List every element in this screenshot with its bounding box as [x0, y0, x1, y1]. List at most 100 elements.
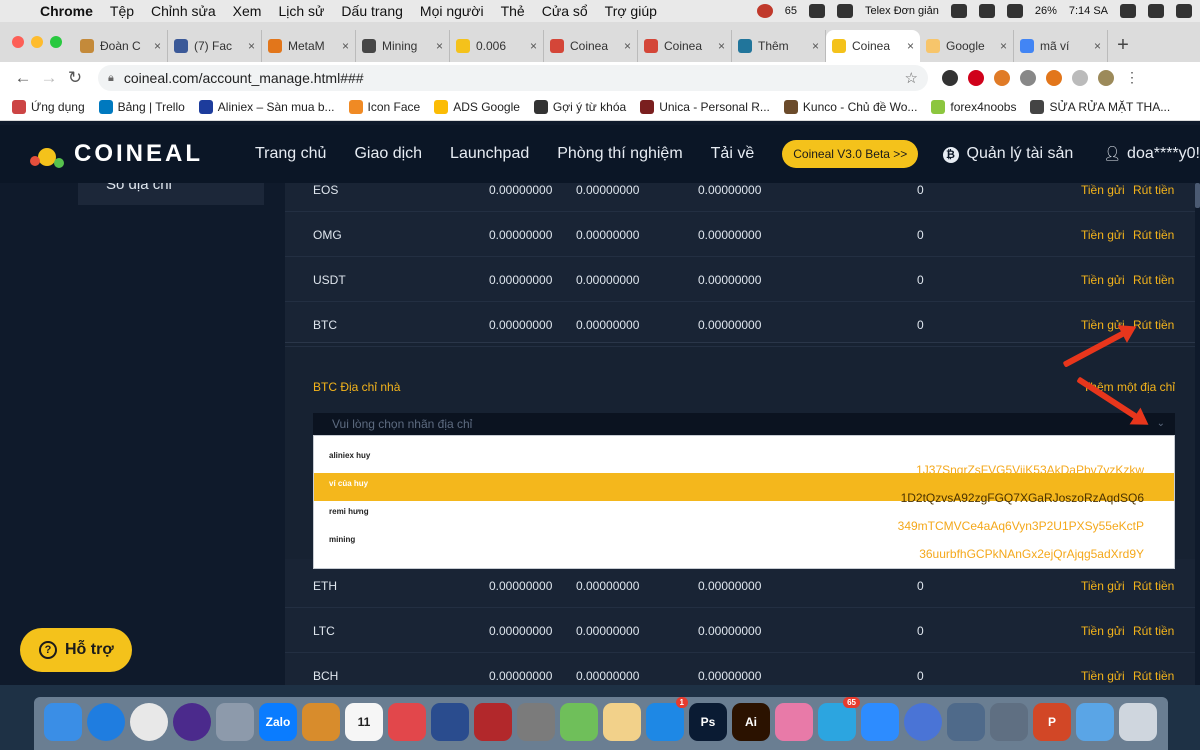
- nav-home[interactable]: Trang chủ: [255, 145, 326, 163]
- adblock-icon[interactable]: [968, 70, 984, 86]
- deposit-link[interactable]: Tiền gửi: [1081, 228, 1125, 242]
- chrome-icon[interactable]: [130, 703, 168, 741]
- screenshot-icon[interactable]: [431, 703, 469, 741]
- siri-icon[interactable]: [173, 703, 211, 741]
- nav-trade[interactable]: Giao dịch: [354, 145, 422, 163]
- tab-close-icon[interactable]: ×: [1000, 39, 1007, 53]
- tab-close-icon[interactable]: ×: [718, 39, 725, 53]
- support-button[interactable]: ? Hỗ trợ: [20, 628, 132, 672]
- calendar-icon[interactable]: 11: [345, 703, 383, 741]
- left-menu-address-book[interactable]: Sổ địa chỉ: [78, 183, 264, 205]
- spotlight-search-icon[interactable]: [836, 4, 853, 18]
- minimize-window-icon[interactable]: [31, 36, 43, 48]
- chevron-down-icon[interactable]: ⌄: [1157, 413, 1165, 435]
- withdraw-link[interactable]: Rút tiền: [1133, 183, 1174, 197]
- extension-icon[interactable]: [994, 70, 1010, 86]
- bookmark-item[interactable]: Kunco - Chủ đề Wo...: [783, 100, 917, 114]
- tab-close-icon[interactable]: ×: [812, 39, 819, 53]
- tab-close-icon[interactable]: ×: [154, 39, 161, 53]
- bookmark-item[interactable]: forex4noobs: [931, 100, 1016, 114]
- browser-tab[interactable]: Coinea ×: [544, 30, 638, 62]
- back-arrow-icon[interactable]: ←: [10, 68, 36, 88]
- folder-pink-icon[interactable]: [775, 703, 813, 741]
- tab-close-icon[interactable]: ×: [248, 39, 255, 53]
- browser-tab[interactable]: (7) Fac ×: [168, 30, 262, 62]
- input-method-label[interactable]: Telex Đơn giản: [865, 5, 939, 17]
- app-store-icon[interactable]: 1: [646, 697, 688, 741]
- menu-window[interactable]: Cửa sổ: [542, 3, 588, 19]
- siri-icon[interactable]: [1148, 4, 1164, 18]
- forward-arrow-icon[interactable]: →: [36, 68, 62, 88]
- browser-tab[interactable]: Mining ×: [356, 30, 450, 62]
- beta-button[interactable]: Coineal V3.0 Beta >>: [782, 140, 919, 168]
- bookmark-star-icon[interactable]: ☆: [905, 69, 918, 87]
- clock[interactable]: 7:14 SA: [1069, 5, 1108, 17]
- safari-icon[interactable]: [87, 703, 125, 741]
- withdraw-link[interactable]: Rút tiền: [1133, 579, 1174, 593]
- reload-icon[interactable]: ↻: [62, 68, 88, 88]
- withdraw-link[interactable]: Rút tiền: [1133, 669, 1174, 683]
- withdraw-link[interactable]: Rút tiền: [1133, 273, 1174, 287]
- bookmark-item[interactable]: ADS Google: [434, 100, 520, 114]
- page-scrollbar[interactable]: [1195, 183, 1200, 685]
- bookmark-item[interactable]: Gợi ý từ khóa: [533, 100, 626, 114]
- preview-icon[interactable]: [603, 703, 641, 741]
- chrome-menu-icon[interactable]: ⋮: [1124, 70, 1140, 86]
- finder-icon[interactable]: [44, 703, 82, 741]
- image-capture-icon[interactable]: [947, 703, 985, 741]
- browser-tab[interactable]: Coinea ×: [638, 30, 732, 62]
- illustrator-icon[interactable]: Ai: [732, 703, 770, 741]
- address-option[interactable]: aliniex huy 1J37SnqrZsFVG5ViiK53AkDaPbv7y…: [314, 445, 1174, 477]
- deposit-link[interactable]: Tiền gửi: [1081, 183, 1125, 197]
- deposit-link[interactable]: Tiền gửi: [1081, 669, 1125, 683]
- browser-tab[interactable]: mã ví ×: [1014, 30, 1108, 62]
- tab-close-icon[interactable]: ×: [436, 39, 443, 53]
- withdraw-link[interactable]: Rút tiền: [1133, 624, 1174, 638]
- user-menu[interactable]: 👤︎ doa****y0!: [1103, 145, 1200, 163]
- wifi-icon[interactable]: [978, 4, 995, 18]
- powerpoint-icon[interactable]: P: [1033, 703, 1071, 741]
- display-icon[interactable]: [808, 4, 825, 18]
- address-option[interactable]: mining 36uurbfhGCPkNAnGx2ejQrAjqg5adXrd9Y: [314, 529, 1174, 561]
- battery-percent[interactable]: 26%: [1035, 5, 1057, 17]
- trash-icon[interactable]: [1119, 703, 1157, 741]
- tab-close-icon[interactable]: ×: [624, 39, 631, 53]
- menu-bookmarks[interactable]: Dấu trang: [341, 3, 402, 19]
- new-tab-button[interactable]: +: [1108, 30, 1138, 62]
- deposit-link[interactable]: Tiền gửi: [1081, 273, 1125, 287]
- volume-icon[interactable]: [1006, 4, 1023, 18]
- url-text[interactable]: coineal.com/account_manage.html###: [124, 70, 905, 86]
- browser-tab[interactable]: Đoàn C ×: [74, 30, 168, 62]
- tab-close-icon[interactable]: ×: [1094, 39, 1101, 53]
- tab-close-icon[interactable]: ×: [907, 39, 914, 53]
- bookmark-item[interactable]: Icon Face: [348, 100, 420, 114]
- bookmark-item[interactable]: SỬA RỬA MẶT THA...: [1030, 100, 1170, 114]
- bookmark-item[interactable]: Ứng dụng: [12, 100, 85, 114]
- menu-edit[interactable]: Chỉnh sửa: [151, 3, 216, 19]
- notes-icon[interactable]: [302, 703, 340, 741]
- zalo-icon[interactable]: Zalo: [259, 703, 297, 741]
- deposit-link[interactable]: Tiền gửi: [1081, 579, 1125, 593]
- browser-tab[interactable]: Coinea ×: [826, 30, 920, 62]
- metamask-icon[interactable]: [1046, 70, 1062, 86]
- nav-lab[interactable]: Phòng thí nghiệm: [557, 145, 682, 163]
- withdraw-link[interactable]: Rút tiền: [1133, 318, 1174, 332]
- menu-view[interactable]: Xem: [233, 3, 262, 19]
- nav-launchpad[interactable]: Launchpad: [450, 145, 529, 163]
- deposit-link[interactable]: Tiền gửi: [1081, 624, 1125, 638]
- system-preferences-icon[interactable]: [517, 703, 555, 741]
- magnifier-icon[interactable]: [1120, 4, 1136, 18]
- address-option[interactable]: remi hưng 349mTCMVCe4aAq6Vyn3P2U1PXSy55eK…: [314, 501, 1174, 533]
- extension-icon[interactable]: [942, 70, 958, 86]
- withdraw-link[interactable]: Rút tiền: [1133, 228, 1174, 242]
- bookmark-item[interactable]: Unica - Personal R...: [640, 100, 770, 114]
- menu-tab[interactable]: Thẻ: [501, 3, 525, 19]
- bluetooth-icon[interactable]: [950, 4, 967, 18]
- nav-download[interactable]: Tải về: [711, 145, 755, 163]
- menu-app-name[interactable]: Chrome: [40, 3, 93, 19]
- photo-booth-icon[interactable]: [474, 703, 512, 741]
- telegram-icon[interactable]: 65: [818, 697, 860, 741]
- photoshop-icon[interactable]: Ps: [689, 703, 727, 741]
- address-option[interactable]: ví của huy 1D2tQzvsA92zgFGQ7XGaRJoszoRzAq…: [314, 473, 1174, 505]
- menu-history[interactable]: Lịch sử: [278, 3, 324, 19]
